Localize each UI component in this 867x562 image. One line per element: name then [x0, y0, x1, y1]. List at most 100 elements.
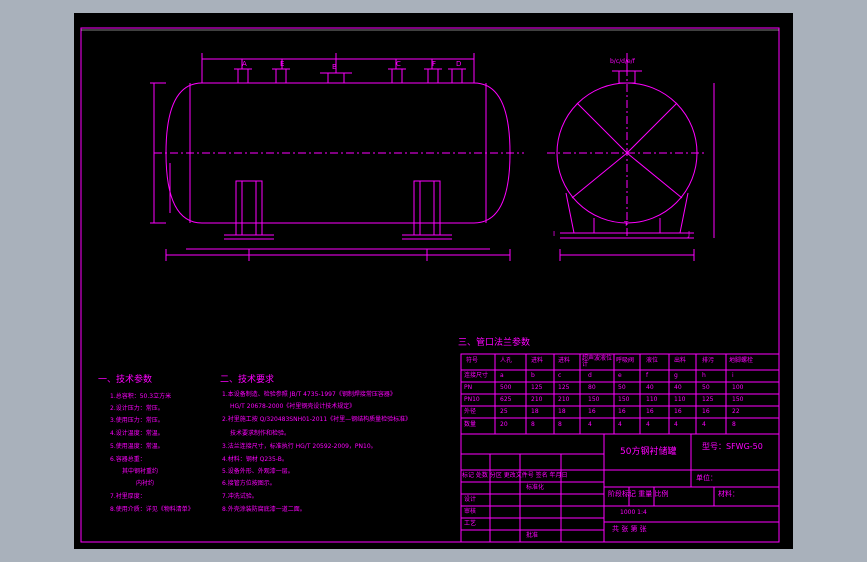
nozzle-label-d: D	[456, 60, 462, 68]
table-cell: c	[558, 372, 562, 379]
table-header: 地脚螺栓	[729, 357, 754, 364]
table-cell: 150	[732, 396, 744, 403]
table-header: 超声波液位计	[582, 355, 613, 368]
side-nozzle-label: b/c/d/e/f	[610, 58, 635, 65]
table-header: 出料	[674, 357, 687, 364]
table-cell: 210	[531, 396, 543, 403]
table-cell: d	[588, 372, 592, 379]
nozzle-label-b: B	[332, 63, 337, 71]
tech-req-item: HG/T 20678-2000《衬里钢壳设计技术规定》	[230, 403, 356, 410]
side-label-j: J	[688, 230, 691, 238]
tech-req-item: 2.衬里施工按 Q/320483SNH01-2011《衬里—钢结构质量检验标准》	[222, 416, 412, 423]
row-label: 连接尺寸	[464, 372, 489, 379]
row-label: PN10	[464, 396, 480, 403]
table-cell: 110	[646, 396, 658, 403]
tech-reqs-title: 二、技术要求	[220, 375, 275, 385]
designer-label: 设计	[464, 496, 477, 503]
table-cell: 4	[674, 421, 678, 428]
table-cell: 40	[646, 384, 654, 391]
table-cell: f	[646, 372, 649, 379]
table-cell: 80	[588, 384, 596, 391]
tech-params-title: 一、技术参数	[98, 375, 153, 385]
right-saddle	[402, 180, 452, 240]
tech-param-item: 3.使用压力：常压。	[110, 417, 164, 424]
side-label-t: T	[624, 220, 629, 228]
table-cell: b	[531, 372, 535, 379]
table-header: 符号	[466, 357, 479, 364]
process-label: 工艺	[464, 520, 477, 527]
table-header: 液位	[646, 357, 659, 364]
tech-req-item: 4.材料：钢材 Q235-B。	[222, 456, 288, 463]
tech-req-item: 8.外壳涂装防腐底漆一道二面。	[222, 506, 306, 513]
table-cell: g	[674, 372, 678, 379]
tech-param-item: 8.使用介质：详见《物料清单》	[110, 506, 194, 513]
table-cell: i	[732, 372, 734, 379]
table-cell: 25	[500, 408, 508, 415]
table-header: 呼吸阀	[616, 357, 635, 364]
table-cell: 150	[618, 396, 630, 403]
nozzle-label-f: F	[432, 60, 437, 68]
cad-drawing	[80, 27, 780, 543]
table-cell: 210	[558, 396, 570, 403]
table-cell: 4	[702, 421, 706, 428]
table-cell: 16	[588, 408, 596, 415]
unit-label: 单位：	[696, 474, 717, 482]
nozzle-label-e: E	[280, 60, 285, 68]
scale-values: 1000 1:4	[620, 509, 647, 516]
table-cell: 8	[531, 421, 535, 428]
drawing-number: 型号：SFWG-50	[702, 442, 763, 451]
tech-param-item: 6.容器总重：	[110, 456, 146, 463]
tech-req-item: 7.冲洗试验。	[222, 493, 258, 500]
table-cell: 110	[674, 396, 686, 403]
row-label: 数量	[464, 421, 477, 428]
table-cell: a	[500, 372, 504, 379]
nozzle-table-title: 三、管口法兰参数	[458, 338, 531, 348]
table-cell: 50	[618, 384, 626, 391]
table-cell: 16	[646, 408, 654, 415]
table-header: 人孔	[500, 357, 513, 364]
tech-param-item: 2.设计压力：常压。	[110, 405, 164, 412]
revision-header: 标记 处数 分区 更改文件号 签名 年月日	[462, 472, 568, 479]
table-cell: 4	[588, 421, 592, 428]
nozzle-label-c: C	[396, 60, 401, 68]
tech-req-item: 1.本设备制造、检验参照 JB/T 4735-1997《钢制焊接常压容器》	[222, 391, 396, 398]
tech-param-item: 1.总容积：50.3立方米	[110, 393, 172, 400]
tech-param-item: 4.设计温度：常温。	[110, 430, 164, 437]
table-cell: 16	[674, 408, 682, 415]
tech-param-item: 其中钢衬重约	[122, 468, 159, 475]
table-cell: 8	[732, 421, 736, 428]
left-saddle	[224, 180, 274, 240]
table-cell: 625	[500, 396, 512, 403]
table-cell: 125	[558, 384, 570, 391]
standard-label: 标准化	[526, 484, 545, 491]
table-cell: 16	[702, 408, 710, 415]
tech-param-item: 5.使用温度：常温。	[110, 443, 164, 450]
table-cell: 500	[500, 384, 512, 391]
table-cell: 50	[702, 384, 710, 391]
table-cell: h	[702, 372, 706, 379]
table-cell: 8	[558, 421, 562, 428]
tech-req-item: 6.接管方位按图示。	[222, 480, 276, 487]
table-cell: 18	[558, 408, 566, 415]
table-header: 排污	[702, 357, 715, 364]
row-label: 外径	[464, 408, 477, 415]
material-label: 材料：	[718, 490, 739, 498]
table-cell: 16	[618, 408, 626, 415]
table-cell: 100	[732, 384, 744, 391]
table-header: 进料	[558, 357, 571, 364]
approver-label: 批准	[526, 532, 539, 539]
tech-req-item: 5.设备外形、外观漆一层。	[222, 468, 294, 475]
table-cell: 150	[588, 396, 600, 403]
sheet-count: 共 张 第 张	[612, 525, 647, 533]
drawing-sheet: A E B C F D b/c/d/e/f I J T 一、技术参数 二、技术要…	[74, 13, 793, 549]
drawing-title: 50方钢衬储罐	[620, 447, 677, 457]
table-cell: 125	[531, 384, 543, 391]
tech-req-item: 3.法兰连接尺寸，标准执行 HG/T 20592-2009，PN10。	[222, 443, 377, 450]
table-cell: e	[618, 372, 622, 379]
row-label: PN	[464, 384, 473, 391]
table-cell: 4	[618, 421, 622, 428]
table-cell: 22	[732, 408, 740, 415]
tech-param-item: 7.衬里厚度：	[110, 493, 146, 500]
table-cell: 40	[674, 384, 682, 391]
stage-row: 阶段标记 重量 比例	[608, 490, 669, 498]
